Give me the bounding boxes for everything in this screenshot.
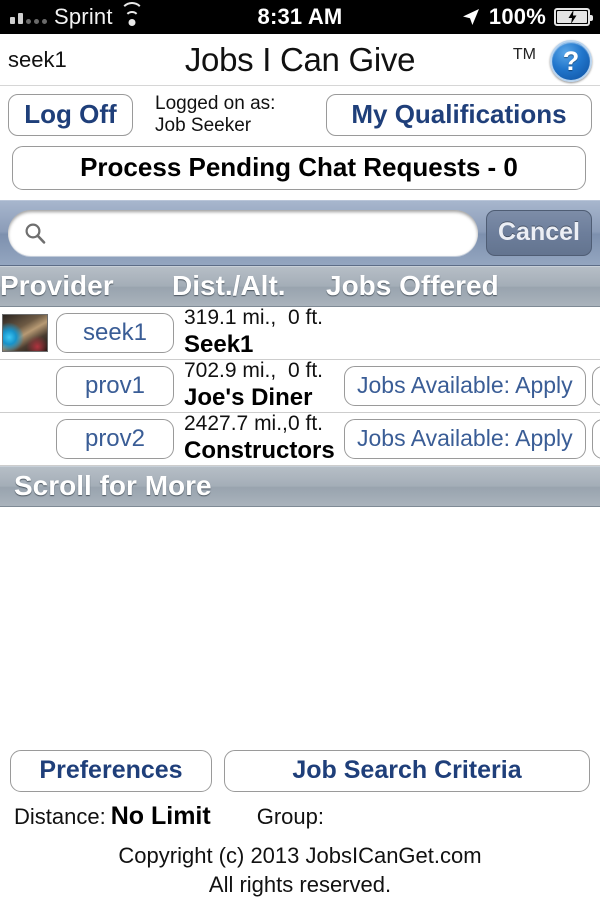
logged-on-as: Logged on as: Job Seeker — [155, 93, 275, 137]
cancel-button[interactable]: Cancel — [486, 209, 592, 256]
help-icon[interactable]: ? — [550, 40, 592, 82]
app-root: Sprint 8:31 AM 100% seek1 Jobs I Can Giv… — [0, 0, 600, 900]
my-qualifications-button[interactable]: My Qualifications — [326, 93, 592, 136]
trademark-label: TM — [512, 46, 536, 63]
table-row[interactable]: seek1 319.1 mi., 0 ft. Seek1 — [0, 306, 600, 360]
search-input[interactable] — [56, 219, 462, 246]
distance-filter-label: Distance: — [14, 803, 106, 829]
bolt-icon — [568, 10, 576, 24]
jobs-available-apply-button[interactable]: Jobs Available: Apply — [344, 365, 586, 406]
scroll-for-more-bar[interactable]: Scroll for More — [0, 465, 600, 507]
group-filter: Group: — [257, 804, 324, 830]
meta-row: Distance: No Limit Group: — [0, 792, 600, 831]
title-bar: seek1 Jobs I Can Give TM ? — [0, 34, 600, 86]
table-row[interactable]: prov2 2427.7 mi., 0 ft. Constructors Job… — [0, 412, 600, 466]
copyright-line-2: All rights reserved. — [208, 872, 392, 898]
jobs-cell: Jobs Available: Apply Chat — [344, 365, 600, 406]
bottom-button-row: Preferences Job Search Criteria — [0, 749, 600, 792]
provider-id-button[interactable]: prov1 — [56, 365, 174, 406]
provider-id-button[interactable]: seek1 — [56, 312, 174, 353]
copyright-line-1: Copyright (c) 2013 JobsICanGet.com — [118, 842, 482, 868]
jobs-cell: Jobs Available: Apply Chat — [344, 418, 600, 459]
copyright-text: Copyright (c) 2013 JobsICanGet.com All r… — [0, 831, 600, 900]
distance-filter-value: No Limit — [110, 801, 211, 830]
jobs-available-apply-button[interactable]: Jobs Available: Apply — [344, 418, 586, 459]
distance-altitude: 0 ft. — [288, 359, 324, 383]
search-field-wrapper[interactable] — [8, 209, 478, 256]
chat-button[interactable]: Chat — [591, 365, 600, 406]
distance-miles: 2427.7 mi., — [184, 412, 288, 436]
table-column-headers: Provider Dist./Alt. Jobs Offered — [0, 265, 600, 307]
provider-thumbnail — [2, 313, 48, 352]
battery-charging-icon — [554, 8, 593, 26]
distance-miles: 702.9 mi., — [184, 359, 277, 383]
search-bar: Cancel — [0, 199, 600, 266]
table-row[interactable]: prov1 702.9 mi., 0 ft. Joe's Diner Jobs … — [0, 359, 600, 413]
logged-on-role: Job Seeker — [155, 114, 252, 136]
distance-cell: 702.9 mi., 0 ft. Joe's Diner — [184, 359, 344, 412]
clock-label: 8:31 AM — [257, 4, 343, 29]
job-search-criteria-button[interactable]: Job Search Criteria — [224, 749, 590, 792]
column-header-distance: Dist./Alt. — [172, 270, 286, 302]
provider-name: Seek1 — [184, 331, 254, 359]
page-title: Jobs I Can Give — [184, 40, 416, 78]
distance-filter: Distance: No Limit — [14, 802, 211, 831]
status-bar: Sprint 8:31 AM 100% — [0, 0, 600, 34]
chat-button[interactable]: Chat — [591, 418, 600, 459]
provider-name: Constructors — [184, 437, 335, 465]
provider-name: Joe's Diner — [184, 384, 313, 412]
log-off-button[interactable]: Log Off — [8, 93, 133, 136]
action-row: Log Off Logged on as: Job Seeker My Qual… — [0, 86, 600, 137]
distance-cell: 2427.7 mi., 0 ft. Constructors — [184, 412, 344, 465]
logged-on-label: Logged on as: — [155, 93, 276, 114]
distance-miles: 319.1 mi., — [184, 306, 277, 330]
preferences-button[interactable]: Preferences — [10, 749, 212, 792]
distance-altitude: 0 ft. — [288, 412, 324, 436]
distance-cell: 319.1 mi., 0 ft. Seek1 — [184, 306, 344, 359]
search-icon — [25, 223, 46, 244]
provider-id-button[interactable]: prov2 — [56, 418, 174, 459]
bottom-section: Preferences Job Search Criteria Distance… — [0, 749, 600, 900]
column-header-jobs: Jobs Offered — [326, 270, 499, 302]
distance-altitude: 0 ft. — [288, 306, 324, 330]
column-header-provider: Provider — [0, 270, 114, 302]
group-filter-label: Group: — [256, 803, 324, 829]
process-pending-chat-requests-button[interactable]: Process Pending Chat Requests - 0 — [12, 145, 586, 190]
